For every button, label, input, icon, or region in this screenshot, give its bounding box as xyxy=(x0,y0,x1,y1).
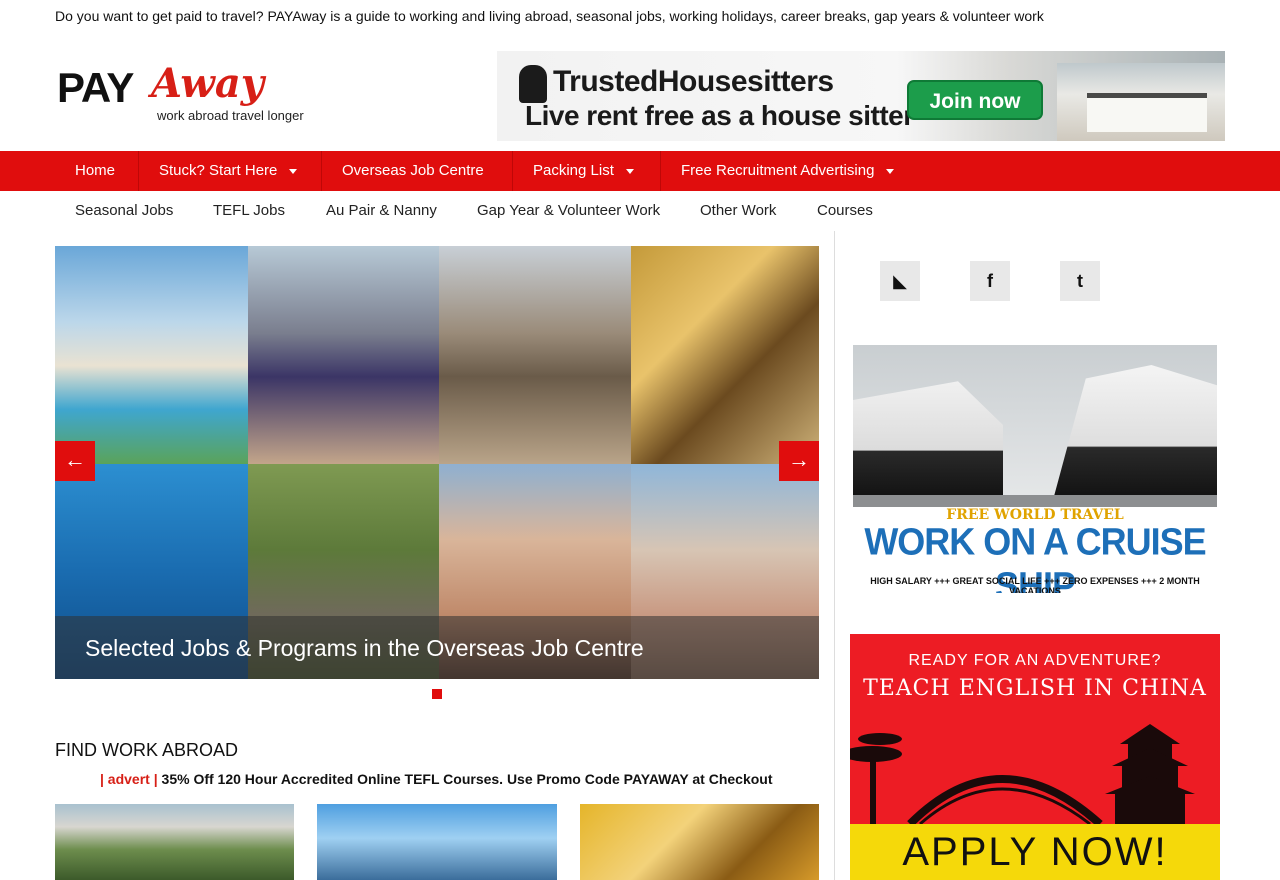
cruise-ship-ad[interactable]: FREE WORLD TRAVEL WORK ON A CRUISE SHIP … xyxy=(853,345,1217,593)
site-tagline: Do you want to get paid to travel? PAYAw… xyxy=(55,8,1044,24)
teach-english-china-ad[interactable]: READY FOR AN ADVENTURE? TEACH ENGLISH IN… xyxy=(850,634,1220,880)
article-thumb-2[interactable] xyxy=(317,804,557,880)
pagoda-bridge-illustration xyxy=(850,724,1195,824)
banner-ad-trustedhousesitters[interactable]: TrustedHousesitters Live rent free as a … xyxy=(497,51,1225,141)
featured-slider[interactable]: Selected Jobs & Programs in the Overseas… xyxy=(55,246,819,679)
house-photo xyxy=(1057,63,1225,141)
facebook-icon[interactable]: f xyxy=(970,261,1010,301)
nav-packing-label: Packing List xyxy=(533,162,614,179)
slide-photo-leopard xyxy=(631,246,819,464)
slide-photo-children xyxy=(248,246,439,464)
nav-packing-list[interactable]: Packing List xyxy=(513,151,661,191)
nav-ojc-label: Overseas Job Centre xyxy=(342,162,484,179)
article-thumb-1[interactable] xyxy=(55,804,294,880)
nav-overseas-job-centre[interactable]: Overseas Job Centre xyxy=(322,151,513,191)
join-now-button[interactable]: Join now xyxy=(907,80,1043,120)
secondary-nav: Seasonal Jobs TEFL Jobs Au Pair & Nanny … xyxy=(0,191,1280,231)
site-logo[interactable]: PAY Away work abroad travel longer xyxy=(55,60,305,128)
slider-prev-arrow-icon[interactable]: ← xyxy=(55,441,95,481)
primary-nav: Home Stuck? Start Here Overseas Job Cent… xyxy=(0,151,1280,191)
tefl-promo-link[interactable]: 35% Off 120 Hour Accredited Online TEFL … xyxy=(162,771,773,787)
nav-seasonal-jobs[interactable]: Seasonal Jobs xyxy=(75,191,173,231)
promo-line: | advert | 35% Off 120 Hour Accredited O… xyxy=(100,771,773,787)
logo-subtitle: work abroad travel longer xyxy=(157,108,304,123)
slider-next-arrow-icon[interactable]: → xyxy=(779,441,819,481)
nav-stuck-label: Stuck? Start Here xyxy=(159,162,278,179)
rss-icon[interactable]: ◣ xyxy=(880,261,920,301)
twitter-icon[interactable]: t xyxy=(1060,261,1100,301)
nav-home[interactable]: Home xyxy=(55,151,139,191)
logo-away-text: Away xyxy=(151,60,265,107)
nav-home-label: Home xyxy=(75,162,116,179)
nav-courses[interactable]: Courses xyxy=(817,191,873,231)
advert-label: | advert | xyxy=(100,771,158,787)
dog-logo-icon xyxy=(519,65,547,103)
nav-tefl-jobs[interactable]: TEFL Jobs xyxy=(213,191,285,231)
ad-headline: Live rent free as a house sitter xyxy=(525,100,914,131)
nav-other-work[interactable]: Other Work xyxy=(700,191,776,231)
caret-down-icon xyxy=(625,168,634,174)
logo-pay-text: PAY xyxy=(57,64,134,111)
nav-recruit-label: Free Recruitment Advertising xyxy=(681,162,875,179)
caret-down-icon xyxy=(289,168,298,174)
china-ad-line2: TEACH ENGLISH IN CHINA xyxy=(863,676,1207,701)
apply-now-button[interactable]: APPLY NOW! xyxy=(850,830,1220,875)
nav-stuck-start-here[interactable]: Stuck? Start Here xyxy=(139,151,322,191)
caret-down-icon xyxy=(886,168,895,174)
section-title-find-work: FIND WORK ABROAD xyxy=(55,740,239,760)
column-divider xyxy=(834,231,835,880)
cruise-dock xyxy=(853,495,1217,507)
china-ad-line1: READY FOR AN ADVENTURE? xyxy=(908,652,1162,669)
article-thumb-3[interactable] xyxy=(580,804,819,880)
slide-photo-villa xyxy=(55,246,248,464)
cruise-ad-line3: HIGH SALARY +++ GREAT SOCIAL LIFE +++ ZE… xyxy=(870,576,1200,593)
nav-free-recruitment-advertising[interactable]: Free Recruitment Advertising xyxy=(661,151,926,191)
slide-photo-dog xyxy=(439,246,631,464)
ad-brand: TrustedHousesitters xyxy=(553,65,834,98)
slide-caption[interactable]: Selected Jobs & Programs in the Overseas… xyxy=(85,635,644,662)
nav-au-pair-nanny[interactable]: Au Pair & Nanny xyxy=(326,191,437,231)
nav-gap-year-volunteer[interactable]: Gap Year & Volunteer Work xyxy=(477,191,660,231)
slider-pagination-dot[interactable] xyxy=(432,689,442,699)
